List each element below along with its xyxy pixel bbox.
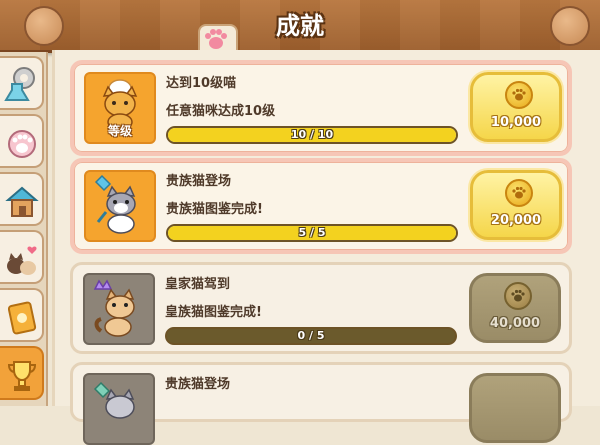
achievement-card: 贵族猫登场 <box>70 362 572 445</box>
house-icon <box>5 186 39 217</box>
royal-cat-icon <box>93 279 135 337</box>
reward-amount: 40,000 <box>489 316 541 331</box>
paw-icon <box>512 186 526 199</box>
achievement-description: 皇族猫图鉴完成! <box>165 305 262 320</box>
claim-reward-button[interactable]: 20,000 <box>470 170 562 240</box>
tab-cat-friends[interactable] <box>0 230 44 284</box>
achievement-card: 皇家猫驾到 皇族猫图鉴完成! 0 / 5 40,000 <box>70 262 572 354</box>
progress-bar: 0 / 5 <box>165 327 457 345</box>
reward-amount: 20,000 <box>490 213 542 228</box>
close-button[interactable] <box>550 6 590 46</box>
trophy-icon <box>7 361 37 391</box>
claim-reward-button[interactable]: 10,000 <box>470 72 562 142</box>
paw-icon <box>205 29 227 49</box>
achievement-icon <box>83 373 155 445</box>
progress-bar: 5 / 5 <box>166 224 458 242</box>
coin-icon <box>505 81 533 109</box>
noble-cat-icon <box>94 174 136 234</box>
achievement-title: 达到10级喵 <box>166 76 237 91</box>
tab-house[interactable] <box>0 172 44 226</box>
locked-reward-button[interactable] <box>469 373 561 443</box>
paw-icon <box>511 289 525 302</box>
ticket-icon <box>7 301 37 335</box>
noble-cat-icon <box>93 381 135 419</box>
achievement-description: 贵族猫图鉴完成! <box>166 202 263 217</box>
tab-achievements[interactable] <box>0 346 44 400</box>
achievement-title: 皇家猫驾到 <box>165 277 231 292</box>
achievement-icon: 等级 <box>84 72 156 144</box>
page-title: 成就 <box>276 12 324 40</box>
achievement-icon <box>83 273 155 345</box>
cats-heart-icon <box>7 246 37 275</box>
tab-cats[interactable] <box>0 114 44 168</box>
achievement-card: 贵族猫登场 贵族猫图鉴完成! 5 / 5 20,000 <box>70 158 572 254</box>
achievement-card: 等级 达到10级喵 任意猫咪达成10级 10 / 10 10,000 <box>70 60 572 156</box>
progress-text: 5 / 5 <box>298 226 326 239</box>
achievement-description: 任意猫咪达成10级 <box>166 104 276 119</box>
achievement-icon <box>84 170 156 242</box>
header-bar: 成就 <box>0 0 600 53</box>
paw-icon <box>8 130 36 158</box>
category-sidebar <box>0 52 48 406</box>
progress-text: 0 / 5 <box>297 329 325 342</box>
coin-icon <box>504 282 532 310</box>
progress-text: 10 / 10 <box>290 128 334 141</box>
paw-icon <box>512 88 526 101</box>
flask-gear-icon <box>4 67 35 101</box>
achievement-title: 贵族猫登场 <box>165 377 231 392</box>
achievement-title: 贵族猫登场 <box>166 174 232 189</box>
icon-caption: 等级 <box>107 124 132 138</box>
locked-reward-button[interactable]: 40,000 <box>469 273 561 343</box>
coin-icon <box>505 179 533 207</box>
tab-tickets[interactable] <box>0 288 44 342</box>
reward-amount: 10,000 <box>490 115 542 130</box>
progress-bar: 10 / 10 <box>166 126 458 144</box>
tab-research[interactable] <box>0 56 44 110</box>
